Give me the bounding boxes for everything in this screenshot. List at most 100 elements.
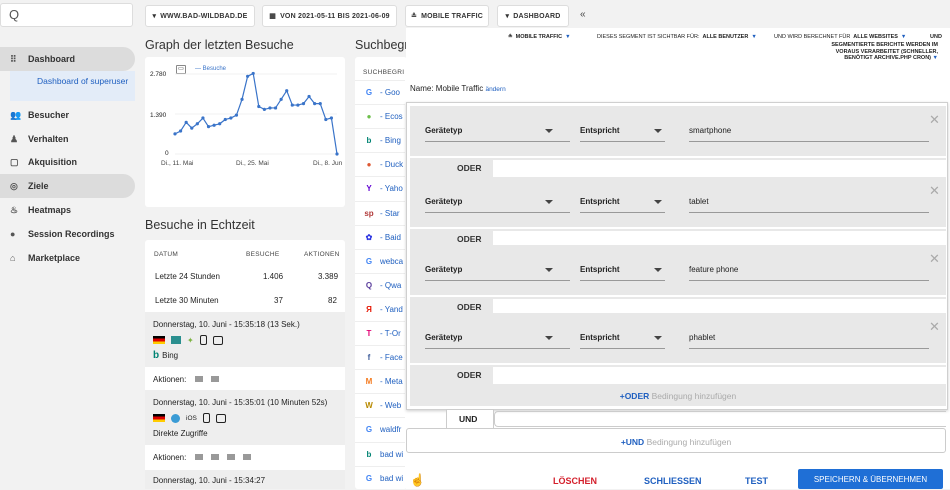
data-point[interactable]: [240, 97, 244, 101]
sidebar-item-dashboard[interactable]: ⠿ Dashboard: [0, 47, 135, 71]
search-engine-row[interactable]: ● - Duck: [355, 152, 405, 176]
sidebar-item-ziele[interactable]: ◎ Ziele: [0, 174, 135, 198]
comparison-select[interactable]: Entspricht: [580, 197, 620, 206]
visit-entry[interactable]: Donnerstag, 10. Juni - 15:35:18 (13 Sek.…: [145, 312, 345, 367]
preprocess-select[interactable]: SEGMENTIERTE BERICHTE WERDEN IM VORAUS V…: [828, 42, 938, 62]
search-engine-row[interactable]: Gwebca: [355, 248, 405, 273]
comparison-select[interactable]: Entspricht: [580, 126, 620, 135]
data-point[interactable]: [257, 104, 261, 109]
segment-selector[interactable]: ≗ MOBILE TRAFFIC: [405, 5, 489, 27]
visitor-profile-icon[interactable]: [215, 413, 226, 423]
search-engine-row[interactable]: ✿ - Baid: [355, 224, 405, 249]
sidebar-subitem-dashboard-superuser[interactable]: Dashboard of superuser: [10, 71, 135, 101]
data-point[interactable]: [206, 125, 211, 129]
data-point[interactable]: [307, 94, 311, 99]
sidebar-item-verhalten[interactable]: ♟ Verhalten: [0, 127, 135, 151]
data-point[interactable]: [329, 116, 334, 120]
data-point[interactable]: [178, 129, 183, 133]
segment-select[interactable]: ≗ MOBILE TRAFFIC ▼: [508, 34, 571, 40]
delete-button[interactable]: LÖSCHEN: [553, 476, 597, 486]
data-point[interactable]: [273, 106, 278, 110]
data-point[interactable]: [229, 116, 233, 120]
data-point[interactable]: [290, 103, 294, 107]
visibility-select[interactable]: DIESES SEGMENT IST SICHTBAR FÜR: ALLE BEN…: [597, 34, 757, 40]
collapse-icon[interactable]: «: [580, 9, 586, 20]
flame-icon: ♨: [10, 204, 19, 215]
segment-field-select[interactable]: Gerätetyp: [425, 265, 462, 274]
data-point[interactable]: [262, 107, 266, 111]
search-engine-row[interactable]: sp - Star: [355, 200, 405, 225]
segment-field-select[interactable]: Gerätetyp: [425, 126, 462, 135]
value-input[interactable]: phablet: [689, 333, 715, 342]
dropdown-arrow-icon: ▼: [565, 34, 571, 40]
data-point[interactable]: [184, 120, 188, 124]
search-engine-row[interactable]: Q - Qwa: [355, 272, 405, 297]
data-point[interactable]: [234, 113, 239, 117]
data-point[interactable]: [246, 74, 250, 78]
data-point[interactable]: [324, 117, 328, 122]
close-icon[interactable]: ✕: [929, 183, 940, 199]
search-engine-row[interactable]: b - Bing: [355, 128, 405, 152]
segment-field-select[interactable]: Gerätetyp: [425, 333, 462, 342]
change-name-link[interactable]: ändern: [485, 86, 505, 93]
data-point[interactable]: [201, 116, 205, 120]
sidebar-item-akquisition[interactable]: ▢ Akquisition: [0, 150, 135, 174]
value-input[interactable]: smartphone: [689, 126, 731, 135]
search-input[interactable]: Q: [0, 3, 133, 27]
segment-field-select[interactable]: Gerätetyp: [425, 197, 462, 206]
data-point[interactable]: [251, 71, 255, 76]
search-engine-row[interactable]: T - T-Or: [355, 321, 405, 345]
visitor-profile-icon[interactable]: [212, 335, 223, 345]
comparison-select[interactable]: Entspricht: [580, 333, 620, 342]
thumbs-up-icon[interactable]: ☝: [410, 473, 425, 487]
close-icon[interactable]: ✕: [929, 251, 940, 267]
sidebar-item-marketplace[interactable]: ⌂ Marketplace: [0, 246, 135, 270]
data-point[interactable]: [212, 123, 216, 127]
sidebar-item-session-recordings[interactable]: ● Session Recordings: [0, 222, 135, 246]
close-icon[interactable]: ✕: [929, 319, 940, 335]
close-icon[interactable]: ✕: [929, 112, 940, 128]
data-point[interactable]: [173, 132, 177, 136]
close-button[interactable]: SCHLIESSEN: [644, 476, 702, 486]
visit-entry[interactable]: Donnerstag, 10. Juni - 15:34:27: [145, 470, 345, 489]
data-point[interactable]: [335, 152, 339, 156]
data-point[interactable]: [218, 122, 222, 126]
test-button[interactable]: TEST: [745, 476, 768, 486]
data-point[interactable]: [268, 106, 272, 110]
sidebar-item-heatmaps[interactable]: ♨ Heatmaps: [0, 198, 135, 222]
dashboard-selector[interactable]: ▾ DASHBOARD: [497, 5, 569, 27]
data-point[interactable]: [301, 102, 306, 106]
data-point[interactable]: [318, 102, 322, 106]
data-point[interactable]: [279, 97, 283, 101]
ios-label: iOS: [186, 414, 197, 422]
data-point[interactable]: [223, 117, 227, 122]
search-engine-row[interactable]: Y - Yaho: [355, 176, 405, 200]
site-selector[interactable]: ▾ WWW.BAD-WILDBAD.DE: [145, 5, 255, 27]
date-selector[interactable]: ▦ VON 2021-05-11 BIS 2021-06-09: [262, 5, 397, 27]
add-and-condition-button[interactable]: +UND Bedingung hinzufügen: [406, 428, 946, 453]
chevron-down-icon: ▾: [505, 13, 510, 20]
data-point[interactable]: [313, 102, 317, 106]
value-input[interactable]: tablet: [689, 197, 709, 206]
search-engine-row[interactable]: M - Meta: [355, 369, 405, 393]
search-engine-row[interactable]: f - Face: [355, 345, 405, 369]
search-engine-row[interactable]: Gbad wi: [355, 465, 405, 490]
data-point[interactable]: [190, 126, 194, 130]
search-engine-row[interactable]: ● - Ecos: [355, 104, 405, 128]
visit-entry[interactable]: Donnerstag, 10. Juni - 15:35:01 (10 Minu…: [145, 390, 345, 445]
search-engine-row[interactable]: W - Web: [355, 393, 405, 417]
search-engine-row[interactable]: G - Goo: [355, 80, 405, 104]
data-point[interactable]: [285, 89, 289, 93]
websites-select[interactable]: UND WIRD BERECHNET FÜR ALLE WEBSITES ▼: [774, 34, 906, 40]
data-point[interactable]: [195, 122, 199, 126]
save-apply-button[interactable]: SPEICHERN & ÜBERNEHMEN: [798, 469, 943, 489]
search-engine-row[interactable]: Gwaldfr: [355, 417, 405, 441]
sidebar-item-besucher[interactable]: 👥 Besucher: [0, 103, 135, 127]
search-engine-row[interactable]: b bad wi: [355, 441, 405, 466]
comparison-select[interactable]: Entspricht: [580, 265, 620, 274]
search-engine-row[interactable]: Я - Yand: [355, 296, 405, 321]
value-input[interactable]: feature phone: [689, 265, 738, 274]
search-engine-logo-icon: G: [365, 425, 373, 435]
data-point[interactable]: [296, 103, 300, 107]
add-or-condition-button[interactable]: +ODER Bedingung hinzufügen: [410, 385, 946, 406]
